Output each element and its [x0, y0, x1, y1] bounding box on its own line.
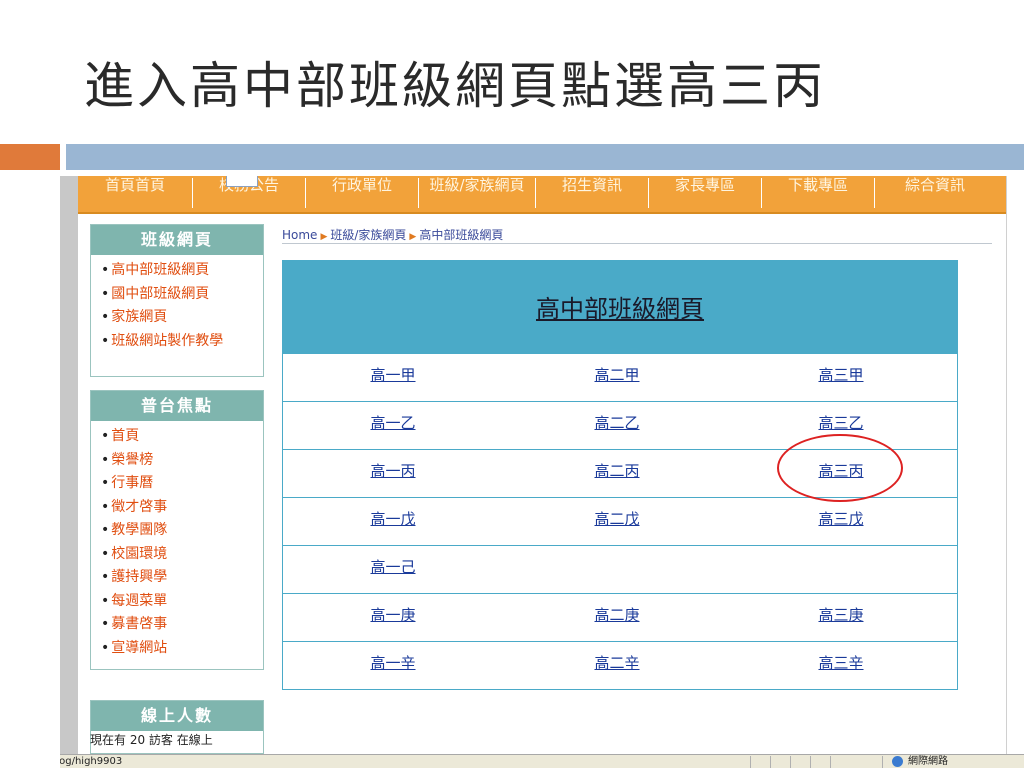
breadcrumb-arrow-icon: ▶ — [409, 232, 417, 242]
globe-icon — [892, 756, 903, 767]
class-table: 高中部班級網頁 高一甲 高二甲 高三甲 高一乙 高二乙 高三乙 高一丙 高二丙 … — [282, 260, 958, 690]
class-link[interactable]: 高二丙 — [507, 460, 727, 481]
menu-scroll-indicator[interactable] — [226, 176, 258, 187]
sidebar-item-focus[interactable]: • 徵才啓事 — [101, 496, 263, 520]
class-link[interactable]: 高二甲 — [507, 364, 727, 385]
class-link[interactable]: 高二乙 — [507, 412, 727, 433]
sidebar-focus-list: • 首頁 • 榮譽榜 • 行事曆 • 徵才啓事 • 教學團隊 • 校園環境 • 護持興學 • 每… — [91, 425, 263, 660]
bullet-icon: • — [101, 592, 110, 609]
status-divider — [750, 756, 751, 768]
bullet-icon: • — [101, 639, 110, 656]
nav-item-home[interactable]: 首頁首頁 — [78, 178, 193, 208]
bullet-icon: • — [101, 309, 110, 325]
sidebar-class-box: 班級網頁 • 高中部班級網頁 • 國中部班級網頁 • 家族網頁 • 班級網站製作教學 — [90, 224, 264, 377]
accent-bar-blue — [66, 144, 1024, 170]
class-link[interactable]: 高一戊 — [283, 508, 503, 529]
table-row: 高一丙 高二丙 高三丙 — [283, 449, 957, 497]
sidebar-focus-box: 普台焦點 • 首頁 • 榮譽榜 • 行事曆 • 徵才啓事 • 教學團隊 • 校園環境 • 護持… — [90, 390, 264, 670]
status-divider — [810, 756, 811, 768]
bullet-icon: • — [101, 522, 110, 538]
breadcrumb-divider — [282, 243, 992, 244]
breadcrumb: Home ▶ 班級/家族網頁 ▶ 高中部班級網頁 — [282, 226, 503, 243]
table-row: 高一甲 高二甲 高三甲 — [283, 353, 957, 401]
nav-item-admissions[interactable]: 招生資訊 — [536, 178, 649, 208]
left-window-frame — [60, 176, 78, 756]
table-title-row: 高中部班級網頁 — [283, 261, 957, 353]
bullet-icon: • — [101, 285, 110, 302]
status-zone: 網際網路 — [908, 756, 948, 767]
nav-item-downloads[interactable]: 下載專區 — [762, 178, 875, 208]
nav-item-admin[interactable]: 行政單位 — [306, 178, 419, 208]
nav-item-parents[interactable]: 家長專區 — [649, 178, 762, 208]
bullet-icon: • — [101, 451, 110, 468]
class-link[interactable]: 高一己 — [283, 556, 503, 577]
class-link[interactable]: 高二庚 — [507, 604, 727, 625]
class-link-target[interactable]: 高三丙 — [731, 460, 951, 481]
breadcrumb-class-family[interactable]: 班級/家族網頁 — [330, 228, 406, 242]
nav-item-general-info[interactable]: 綜合資訊 — [875, 178, 995, 208]
nav-item-class-pages[interactable]: 班級/家族網頁 — [419, 178, 536, 208]
sidebar-item-focus[interactable]: • 教學團隊 — [101, 519, 263, 543]
class-link[interactable]: 高二辛 — [507, 652, 727, 673]
bullet-icon: • — [101, 616, 110, 632]
bullet-icon: • — [101, 428, 110, 444]
class-link[interactable]: 高三乙 — [731, 412, 951, 433]
table-title-link[interactable]: 高中部班級網頁 — [536, 289, 704, 324]
breadcrumb-home[interactable]: Home — [282, 228, 317, 242]
class-link[interactable]: 高一丙 — [283, 460, 503, 481]
sidebar-item-focus[interactable]: • 校園環境 — [101, 543, 263, 567]
class-link[interactable]: 高三甲 — [731, 364, 951, 385]
top-navigation-bar: 首頁首頁 校務公告 行政單位 班級/家族網頁 招生資訊 家長專區 下載專區 綜合… — [78, 176, 1024, 214]
table-row: 高一乙 高二乙 高三乙 — [283, 401, 957, 449]
sidebar-item-high-school[interactable]: • 高中部班級網頁 — [101, 259, 263, 283]
bullet-icon: • — [101, 545, 110, 562]
slide-title: 進入高中部班級網頁點選高三丙 — [84, 57, 826, 115]
breadcrumb-current: 高中部班級網頁 — [419, 228, 504, 242]
status-divider — [830, 756, 831, 768]
sidebar-class-list: • 高中部班級網頁 • 國中部班級網頁 • 家族網頁 • 班級網站製作教學 — [91, 259, 263, 353]
class-link[interactable]: 高三戊 — [731, 508, 951, 529]
browser-screenshot: 首頁首頁 校務公告 行政單位 班級/家族網頁 招生資訊 家長專區 下載專區 綜合… — [60, 176, 1024, 768]
sidebar-item-focus[interactable]: • 首頁 — [101, 425, 263, 449]
sidebar-item-focus[interactable]: • 宣導網站 — [101, 637, 263, 661]
bullet-icon: • — [101, 475, 110, 491]
sidebar-item-tutorial[interactable]: • 班級網站製作教學 — [101, 330, 263, 354]
sidebar-item-focus[interactable]: • 每週菜單 — [101, 590, 263, 614]
sidebar-item-junior-high[interactable]: • 國中部班級網頁 — [101, 283, 263, 307]
status-divider — [790, 756, 791, 768]
browser-status-bar: blog/high9903 網際網路 — [60, 754, 1024, 768]
class-link[interactable]: 高一乙 — [283, 412, 503, 433]
sidebar-item-focus[interactable]: • 募書啓事 — [101, 613, 263, 637]
table-row: 高一辛 高二辛 高三辛 — [283, 641, 957, 689]
class-link[interactable]: 高三庚 — [731, 604, 951, 625]
right-window-frame — [1006, 176, 1024, 756]
class-link[interactable]: 高一甲 — [283, 364, 503, 385]
sidebar-item-focus[interactable]: • 行事曆 — [101, 472, 263, 496]
status-url: blog/high9903 — [60, 756, 123, 767]
class-link[interactable]: 高一辛 — [283, 652, 503, 673]
status-divider — [770, 756, 771, 768]
sidebar-item-focus[interactable]: • 榮譽榜 — [101, 449, 263, 473]
class-link[interactable]: 高二戊 — [507, 508, 727, 529]
table-row: 高一己 — [283, 545, 957, 593]
bullet-icon: • — [101, 332, 110, 349]
online-visitor-count: 現在有 20 訪客 在線上 — [90, 733, 213, 747]
bullet-icon: • — [101, 262, 110, 278]
status-divider — [882, 756, 883, 768]
class-link[interactable]: 高一庚 — [283, 604, 503, 625]
accent-bar-orange — [0, 144, 60, 170]
table-row: 高一戊 高二戊 高三戊 — [283, 497, 957, 545]
class-link[interactable]: 高三辛 — [731, 652, 951, 673]
sidebar-class-title: 班級網頁 — [91, 225, 263, 255]
breadcrumb-arrow-icon: ▶ — [320, 232, 328, 242]
bullet-icon: • — [101, 498, 110, 515]
bullet-icon: • — [101, 569, 110, 585]
sidebar-focus-title: 普台焦點 — [91, 391, 263, 421]
sidebar-item-focus[interactable]: • 護持興學 — [101, 566, 263, 590]
sidebar-item-family[interactable]: • 家族網頁 — [101, 306, 263, 330]
sidebar-online-title: 線上人數 — [91, 701, 263, 731]
table-row: 高一庚 高二庚 高三庚 — [283, 593, 957, 641]
